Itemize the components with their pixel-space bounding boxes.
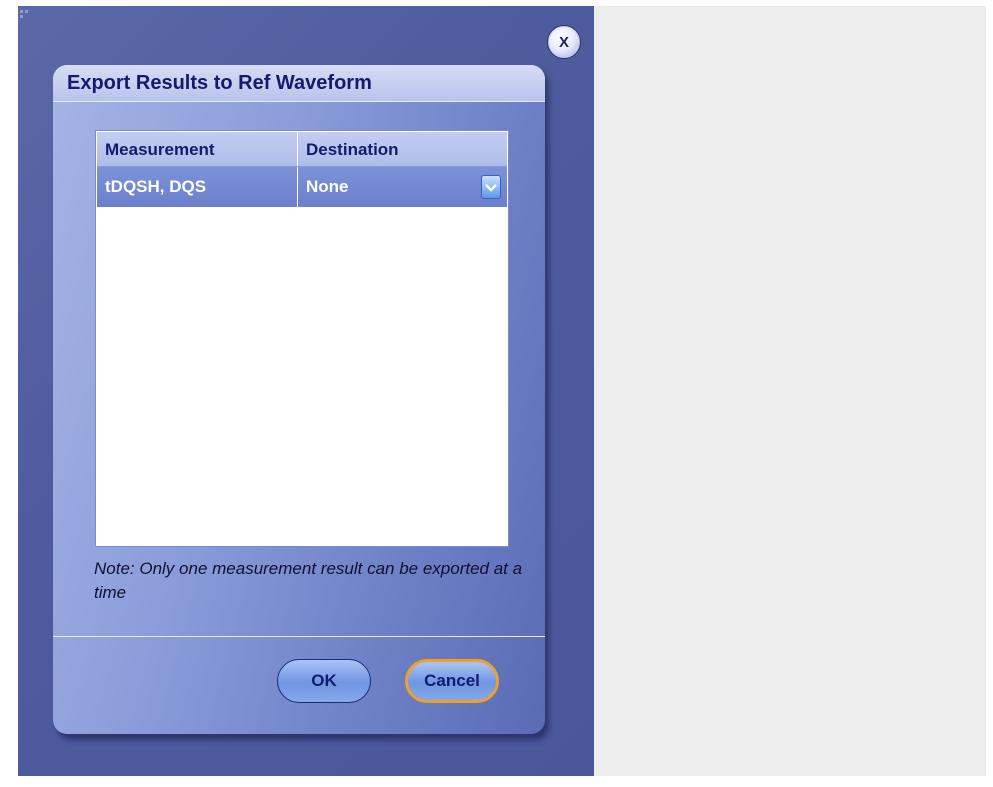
close-icon: X xyxy=(558,33,569,51)
measurement-cell: tDQSH, DQS xyxy=(97,167,298,207)
app-window: X Export Results to Ref Waveform Measure… xyxy=(18,6,594,776)
dialog-title: Export Results to Ref Waveform xyxy=(67,72,372,94)
close-button[interactable]: X xyxy=(547,25,581,59)
table-row[interactable]: tDQSH, DQS None xyxy=(97,167,507,207)
chevron-down-icon[interactable] xyxy=(481,175,501,199)
export-note: Note: Only one measurement result can be… xyxy=(94,559,523,602)
cancel-button[interactable]: Cancel xyxy=(405,659,499,703)
destination-select[interactable]: None xyxy=(298,167,507,207)
destination-value: None xyxy=(306,177,349,196)
ok-button[interactable]: OK xyxy=(277,659,371,703)
resize-grip-icon[interactable] xyxy=(20,10,32,22)
divider xyxy=(53,636,545,637)
column-header-measurement[interactable]: Measurement xyxy=(97,132,298,166)
export-dialog: Export Results to Ref Waveform Measureme… xyxy=(53,65,545,734)
column-header-destination[interactable]: Destination xyxy=(298,132,507,166)
dialog-header: Export Results to Ref Waveform xyxy=(53,65,545,102)
table-header: Measurement Destination xyxy=(97,132,507,167)
results-table: Measurement Destination tDQSH, DQS None xyxy=(96,131,508,546)
